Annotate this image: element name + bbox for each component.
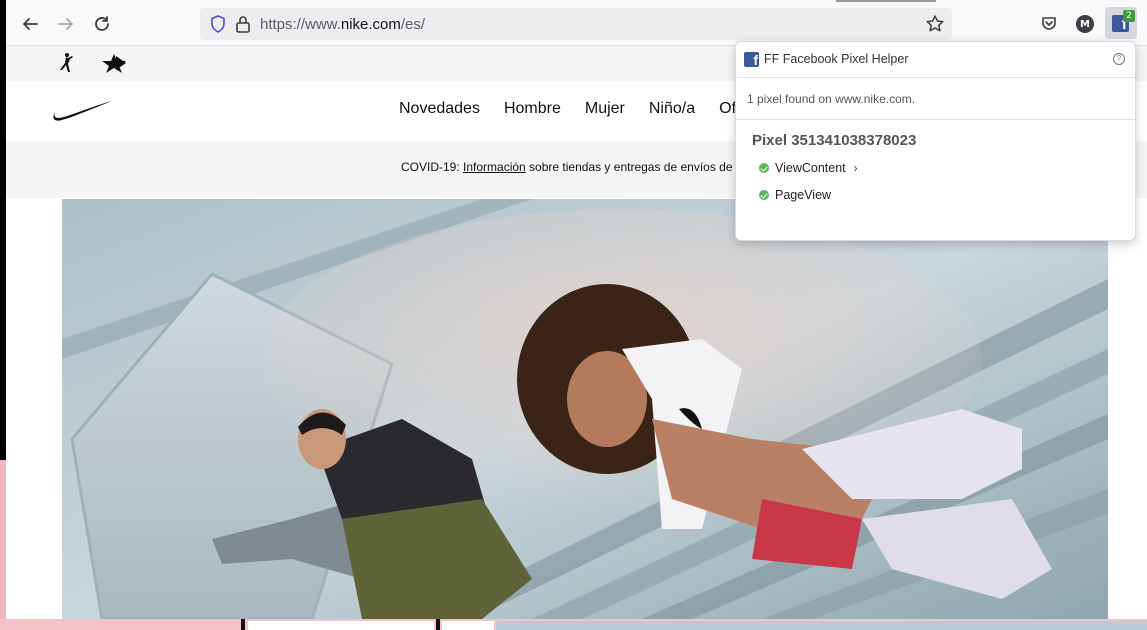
event-pageview[interactable]: PageView — [759, 188, 831, 202]
taskbar-strip — [0, 619, 1147, 630]
nav-item-mujer[interactable]: Mujer — [585, 100, 625, 118]
nike-swoosh-logo[interactable] — [52, 99, 114, 123]
back-button[interactable] — [16, 10, 44, 38]
bookmark-star-icon[interactable] — [924, 13, 946, 35]
browser-window: https://www.nike.com/es/ M f 2 Novedades… — [6, 0, 1147, 619]
divider — [736, 119, 1135, 120]
reload-button[interactable] — [88, 10, 116, 38]
hero-image[interactable] — [62, 199, 1108, 619]
facebook-pixel-helper-button[interactable]: f 2 — [1105, 7, 1137, 39]
event-viewcontent[interactable]: ViewContent › — [759, 161, 858, 175]
back-arrow-icon — [23, 18, 38, 30]
hero-photo — [62, 199, 1108, 619]
help-icon[interactable]: ? — [1113, 53, 1125, 65]
pixel-found-text: 1 pixel found on www.nike.com. — [747, 92, 916, 106]
converse-logo-icon[interactable] — [101, 53, 127, 73]
jordan-logo-icon[interactable] — [56, 52, 76, 74]
covid-info-link[interactable]: Información — [463, 160, 526, 174]
nav-item-hombre[interactable]: Hombre — [504, 100, 561, 118]
facebook-icon: f — [744, 52, 759, 67]
check-circle-icon — [759, 190, 769, 200]
popup-title: FF Facebook Pixel Helper — [764, 52, 909, 66]
url-text[interactable]: https://www.nike.com/es/ — [260, 16, 425, 33]
tracking-shield-icon[interactable] — [208, 14, 228, 34]
address-bar[interactable]: https://www.nike.com/es/ — [200, 8, 952, 40]
popup-header: f FF Facebook Pixel Helper ? — [736, 42, 1135, 78]
reload-icon — [95, 16, 109, 31]
event-label: ViewContent — [775, 161, 846, 175]
pixel-helper-popup: f FF Facebook Pixel Helper ? 1 pixel fou… — [735, 41, 1136, 241]
forward-button[interactable] — [52, 10, 80, 38]
forward-arrow-icon — [58, 18, 73, 30]
main-nav: Novedades Hombre Mujer Niño/a Of — [399, 100, 736, 118]
nav-item-ofertas[interactable]: Of — [719, 100, 736, 118]
avatar: M — [1076, 15, 1094, 33]
nav-item-nino[interactable]: Niño/a — [649, 100, 695, 118]
pocket-icon — [1042, 17, 1056, 30]
extension-badge: 2 — [1123, 10, 1135, 22]
pixel-id-title[interactable]: Pixel 351341038378023 — [752, 132, 916, 149]
lock-icon[interactable] — [234, 14, 252, 34]
chevron-right-icon: › — [853, 161, 858, 175]
covid-message: COVID-19: Información sobre tiendas y en… — [401, 160, 733, 174]
nav-item-novedades[interactable]: Novedades — [399, 100, 480, 118]
check-circle-icon — [759, 163, 769, 173]
browser-toolbar: https://www.nike.com/es/ M f 2 — [6, 0, 1147, 46]
event-label: PageView — [775, 188, 832, 202]
profile-button[interactable]: M — [1072, 11, 1098, 37]
tab-strip-edge — [836, 0, 936, 2]
pocket-button[interactable] — [1036, 11, 1062, 37]
